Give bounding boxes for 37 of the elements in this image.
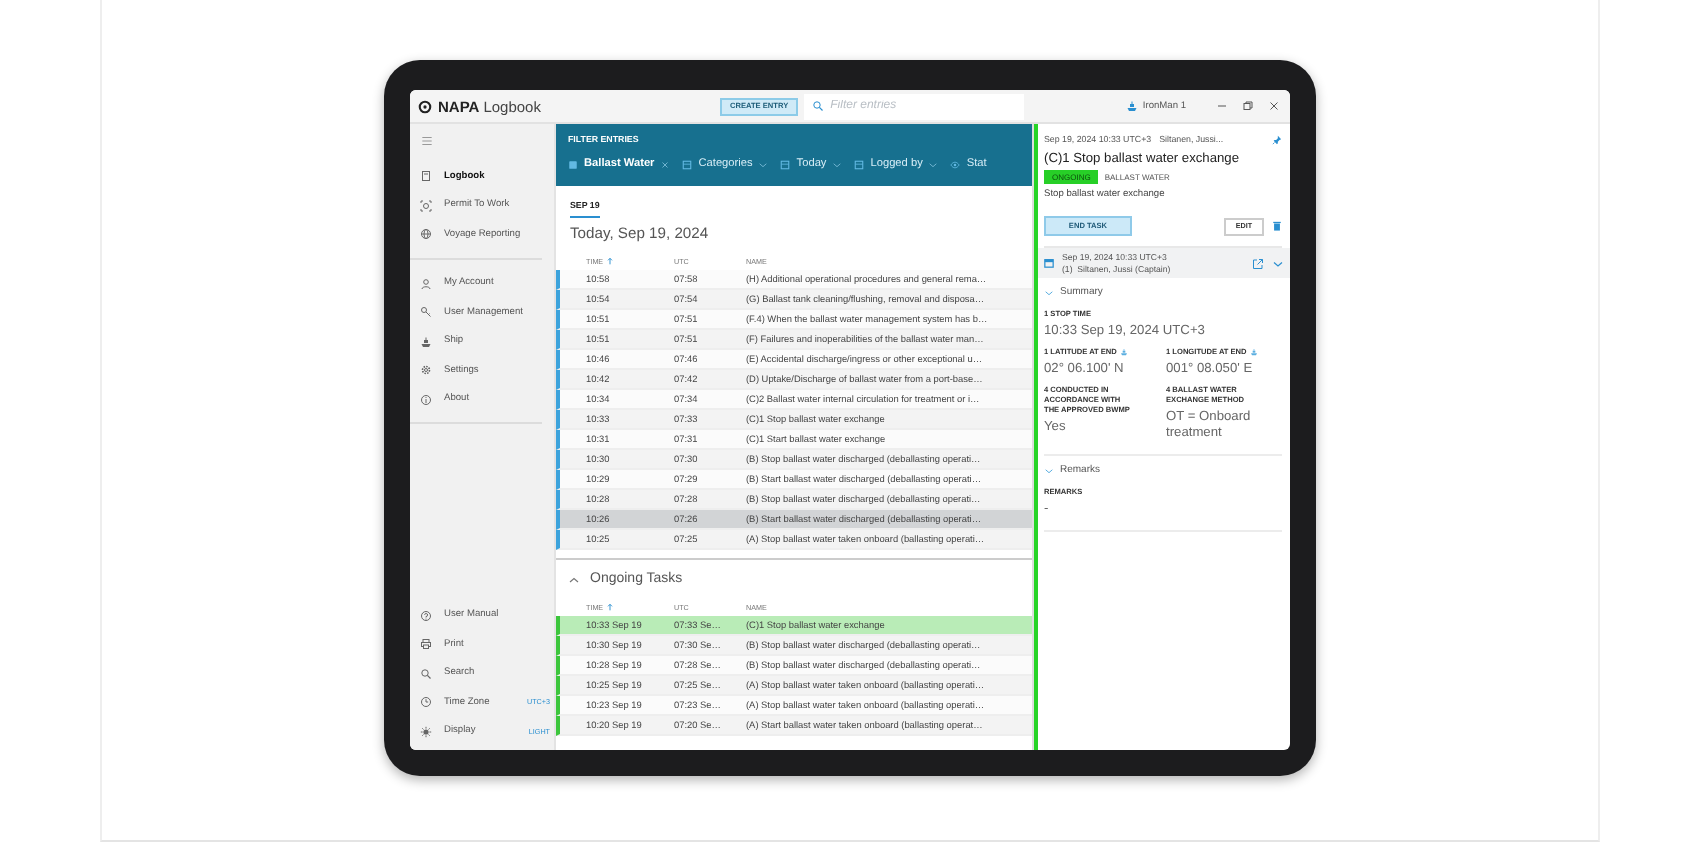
close-icon[interactable] [1268,100,1280,112]
list-icon [780,159,791,169]
chevron-down-icon [928,159,939,169]
clock-icon [420,696,432,709]
search-icon [420,667,432,680]
ship-icon [420,335,432,348]
sort-up-icon [605,256,614,266]
trash-icon[interactable] [1272,220,1282,232]
person-icon [420,277,432,290]
minimize-icon[interactable] [1216,100,1228,112]
chevron-down-icon [758,159,769,169]
chevron-down-icon [832,159,843,169]
close-icon [660,159,671,169]
gear-icon [420,364,432,377]
book-icon [420,170,432,183]
search-icon [812,100,825,112]
printer-icon [420,638,432,651]
chevron-down-icon[interactable] [1044,465,1054,476]
ship-icon [1126,100,1139,112]
crosshair-icon [420,199,432,212]
eye-icon [950,159,961,169]
chevron-up-icon[interactable] [568,573,580,585]
sun-icon [420,725,432,738]
help-icon [420,609,432,622]
menu-icon[interactable] [420,134,434,148]
list-icon [854,159,865,169]
chevron-down-icon[interactable] [1044,287,1054,298]
logo-icon [418,99,432,113]
globe-icon [420,228,432,241]
list-icon [682,159,693,169]
restore-icon[interactable] [1242,100,1254,112]
pin-icon[interactable] [1272,133,1282,145]
info-icon [420,393,432,406]
external-link-icon[interactable] [1252,257,1264,270]
calendar-icon [1044,258,1054,269]
chevron-down-icon[interactable] [1272,257,1284,270]
sort-up-icon [605,602,614,612]
